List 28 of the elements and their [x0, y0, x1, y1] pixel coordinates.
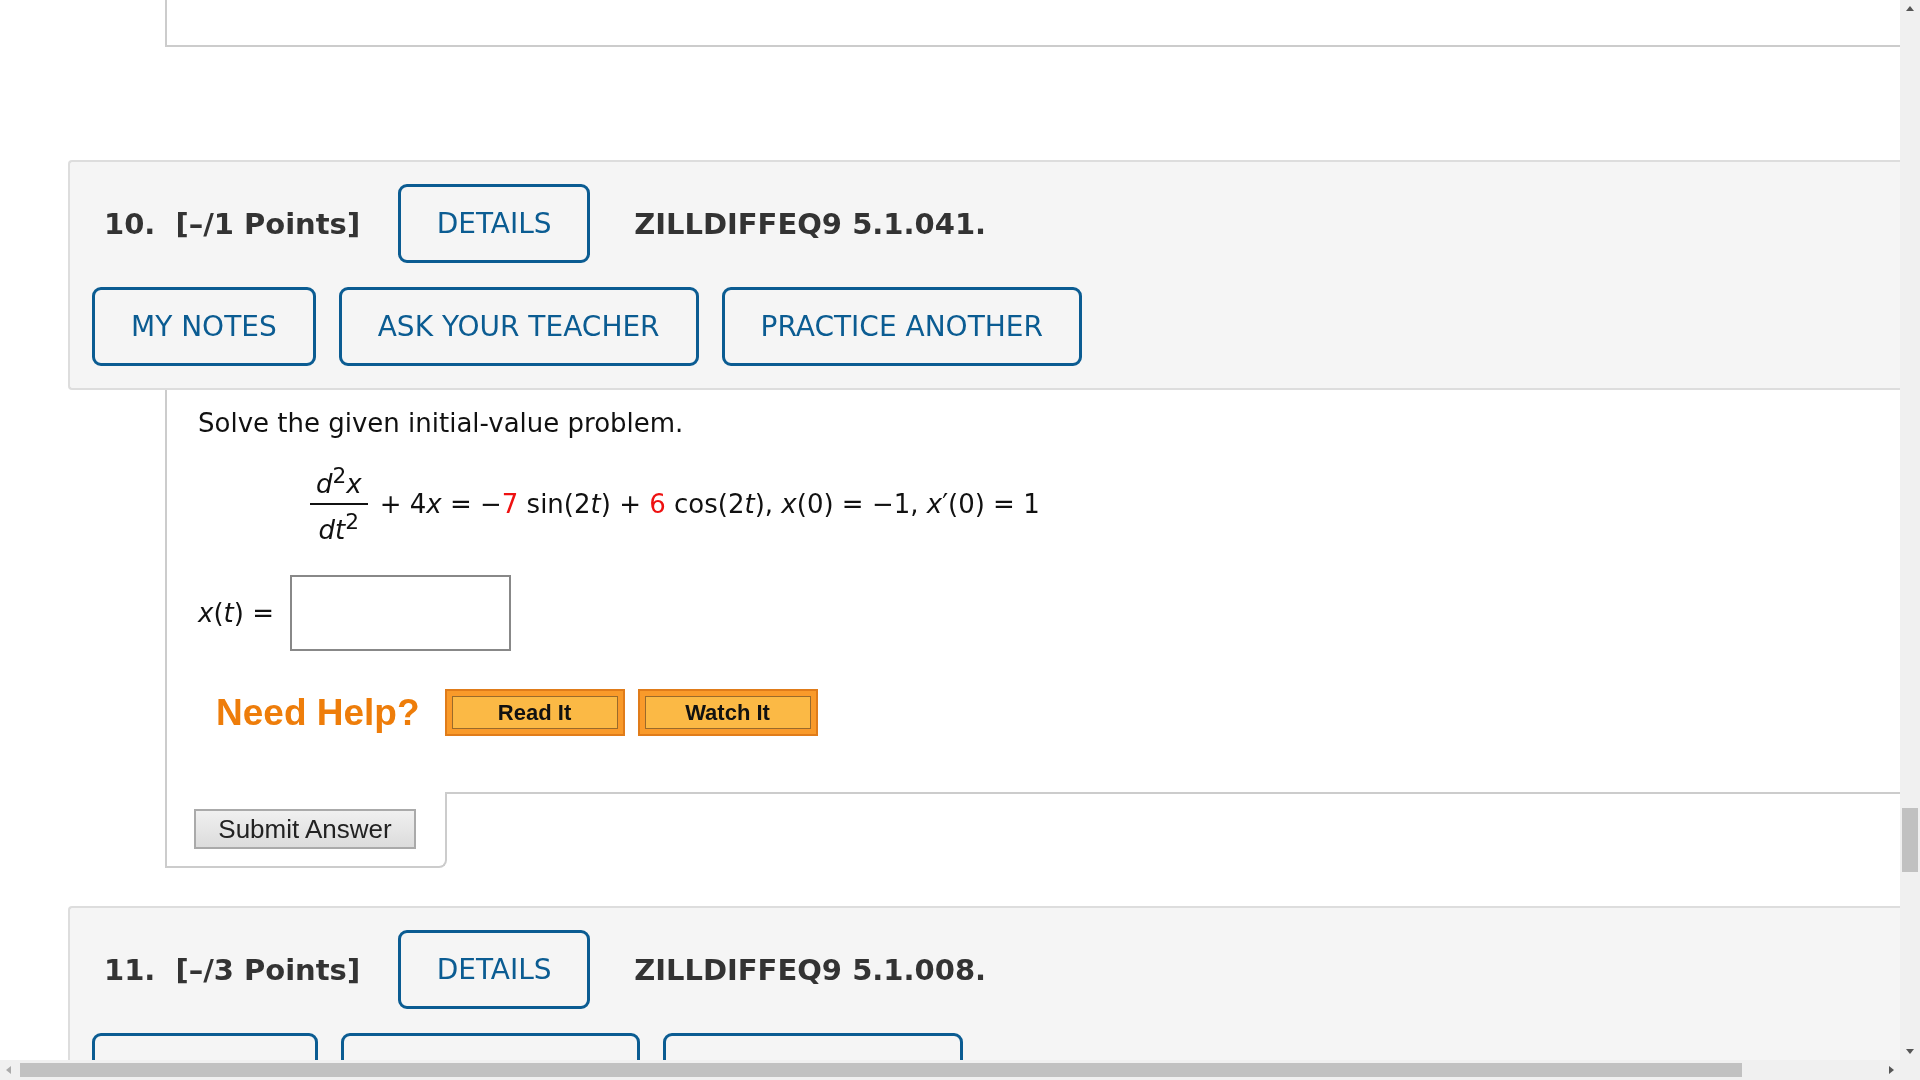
problem-code: ZILLDIFFEQ9 5.1.008.	[634, 952, 987, 987]
action-button[interactable]: ASK YOUR TEACHER	[338, 287, 699, 366]
equation-text: + 4x = −7 sin(2t) + 6 cos(2t), x(0) = −1, x′(0) = 1	[379, 488, 1040, 519]
question-text: Solve the given initial-value problem.	[198, 408, 685, 438]
fraction-denominator: dt$^{2}$	[318, 507, 360, 545]
points-label: [–/3 Points]	[175, 952, 361, 987]
details-button[interactable]: DETAILS	[398, 184, 591, 263]
scroll-up-icon[interactable]	[1906, 6, 1914, 11]
scroll-right-icon[interactable]	[1889, 1066, 1894, 1074]
points-label: [–/1 Points]	[175, 206, 361, 241]
submit-button[interactable]: Submit Answer	[194, 809, 416, 849]
question-number: 10.	[104, 206, 156, 241]
fraction-numerator: d$^{2}$x	[310, 463, 368, 505]
problem-code: ZILLDIFFEQ9 5.1.041.	[634, 206, 987, 241]
scrollbar-thumb[interactable]	[1902, 808, 1918, 872]
horizontal-scrollbar[interactable]	[0, 1060, 1920, 1080]
answer-label: x(t) =	[198, 598, 274, 629]
need-help-label: Need Help?	[216, 691, 420, 734]
answer-field[interactable]	[289, 575, 511, 652]
help-button[interactable]: Watch It	[637, 689, 818, 737]
action-button[interactable]: PRACTICE ANOTHER	[721, 287, 1082, 366]
question-number: 11.	[104, 952, 156, 987]
scrollbar-thumb[interactable]	[20, 1063, 1742, 1077]
action-button[interactable]: MY NOTES	[92, 287, 316, 366]
details-button[interactable]: DETAILS	[398, 930, 591, 1009]
help-button[interactable]: Read It	[444, 689, 625, 737]
scroll-down-icon[interactable]	[1906, 1049, 1914, 1054]
vertical-scrollbar[interactable]	[1900, 0, 1920, 1060]
